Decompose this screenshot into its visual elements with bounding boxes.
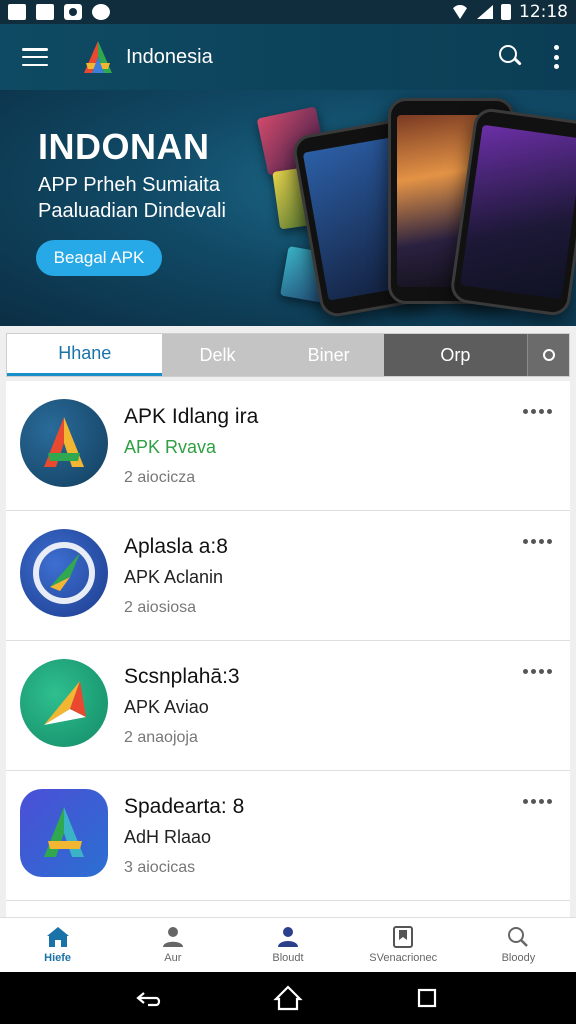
banner-subtitle-line1: APP Prheh Sumiaita	[38, 174, 220, 196]
search-icon	[508, 927, 529, 947]
nav-search[interactable]: Bloody	[461, 918, 576, 972]
nav-home[interactable]: Hiefe	[0, 918, 115, 972]
item-overflow-icon[interactable]	[523, 409, 552, 414]
nav-bookmarks[interactable]: SVenacrionec	[346, 918, 461, 972]
system-status: 12:18	[451, 2, 568, 22]
nav-account[interactable]: Aur	[115, 918, 230, 972]
instagram-notification-icon	[64, 4, 82, 20]
category-tabs: Hhane Delk Biner Orp	[6, 333, 570, 377]
banner-cta-button[interactable]: Beagal APK	[36, 240, 162, 276]
app-notification-icon	[92, 4, 110, 20]
banner-title: INDONAN	[38, 126, 210, 167]
recents-icon[interactable]	[412, 983, 442, 1013]
nav-label: Hiefe	[44, 952, 72, 964]
nav-label: Aur	[164, 952, 182, 964]
status-bar: 12:18	[0, 0, 576, 24]
ring-icon	[542, 349, 555, 361]
list-item[interactable]: APK Idlang ira APK Rvava 2 aiocicza	[6, 381, 570, 511]
app-bar: Indonesia	[0, 24, 576, 90]
hamburger-menu-icon[interactable]	[22, 48, 48, 66]
system-navigation-bar	[0, 972, 576, 1024]
nav-label: Bloudt	[272, 952, 304, 964]
person-icon	[162, 927, 183, 947]
app-meta: 2 aiosiosa	[124, 599, 197, 616]
app-title: Indonesia	[126, 45, 213, 68]
tab-home[interactable]: Hhane	[7, 334, 163, 376]
item-overflow-icon[interactable]	[523, 669, 552, 674]
battery-icon	[501, 4, 511, 20]
app-meta: 3 aiocicas	[124, 859, 196, 876]
list-item[interactable]: Aplasla a:8 APK Aclanin 2 aiosiosa	[6, 511, 570, 641]
tab-biner[interactable]: Biner	[274, 345, 384, 366]
app-name: Spadearta: 8	[124, 795, 245, 818]
clock: 12:18	[519, 2, 568, 22]
home-button-icon[interactable]	[273, 983, 303, 1013]
k-notification-icon	[36, 4, 54, 20]
tab-more[interactable]	[527, 334, 570, 376]
app-icon	[20, 399, 108, 487]
list-item[interactable]: Spadearta: 8 AdH Rlaao 3 aiocicas	[6, 771, 570, 901]
home-icon	[46, 927, 69, 947]
tab-orp[interactable]: Orp	[383, 334, 528, 376]
tab-delk[interactable]: Delk	[162, 345, 272, 366]
app-name: APK Idlang ira	[124, 405, 259, 428]
signal-icon	[477, 5, 493, 19]
app-name: Aplasla a:8	[124, 535, 228, 558]
app-name: Scsnplahā:3	[124, 665, 240, 688]
list-item[interactable]: Scsnplahā:3 APK Aviao 2 anaojoja	[6, 641, 570, 771]
app-list: APK Idlang ira APK Rvava 2 aiocicza Apla…	[6, 381, 570, 917]
more-options-icon[interactable]	[554, 45, 560, 69]
bottom-navigation: Hiefe Aur Bloudt SVenacrionec Bloody	[0, 917, 576, 972]
app-subtitle: APK Rvava	[124, 437, 217, 457]
banner-subtitle-line2: Paaluadian Dindevali	[38, 200, 226, 222]
gallery-notification-icon	[8, 4, 26, 20]
item-overflow-icon[interactable]	[523, 799, 552, 804]
back-icon[interactable]	[134, 983, 164, 1013]
nav-label: Bloody	[501, 952, 536, 964]
people-icon	[278, 927, 298, 947]
app-icon	[20, 529, 108, 617]
promo-banner[interactable]: INDONAN APP Prheh Sumiaita Paaluadian Di…	[0, 90, 576, 326]
search-icon[interactable]	[498, 44, 524, 70]
app-meta: 2 anaojoja	[124, 729, 198, 746]
app-logo-icon	[78, 39, 118, 75]
app-meta: 2 aiocicza	[124, 469, 196, 486]
wifi-icon	[451, 5, 469, 19]
app-subtitle: APK Aviao	[124, 697, 209, 717]
nav-people[interactable]: Bloudt	[230, 918, 345, 972]
item-overflow-icon[interactable]	[523, 539, 552, 544]
nav-label: SVenacrionec	[369, 952, 438, 964]
screen: 12:18 Indonesia INDONAN APP Prheh Sumiai…	[0, 0, 576, 1024]
bookmark-icon	[393, 926, 414, 948]
app-icon	[20, 659, 108, 747]
tab-group: Delk Biner	[162, 334, 384, 376]
notification-icons	[8, 4, 110, 20]
app-icon	[20, 789, 108, 877]
app-subtitle: APK Aclanin	[124, 567, 224, 587]
app-subtitle: AdH Rlaao	[124, 827, 212, 847]
